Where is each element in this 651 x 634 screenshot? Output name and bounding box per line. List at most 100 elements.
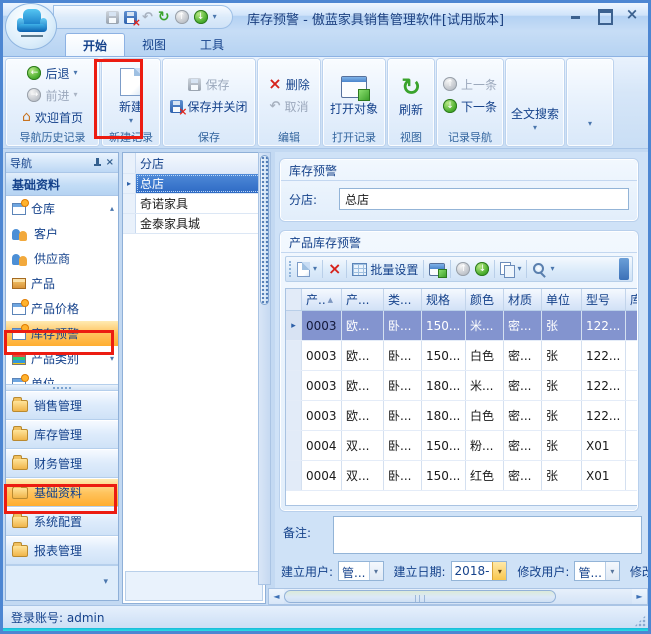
chevron-down-icon[interactable]: ▾ <box>533 124 537 132</box>
scroll-left-icon[interactable]: ◄ <box>269 589 284 604</box>
new-button[interactable]: 新建 ▾ <box>119 65 143 125</box>
forward-button[interactable]: 前进▾ <box>27 86 77 104</box>
column-header-model[interactable]: 型号 <box>582 289 626 310</box>
tab-tools[interactable]: 工具 <box>183 33 241 56</box>
column-header-stock[interactable]: 库... <box>626 289 637 310</box>
resize-grip[interactable] <box>634 615 646 627</box>
previous-record-button[interactable]: 上一条 <box>443 75 497 93</box>
save-close-icon[interactable] <box>124 11 137 24</box>
chevron-down-icon[interactable]: ▾ <box>103 577 108 587</box>
welcome-home-button[interactable]: 欢迎首页 <box>22 108 83 126</box>
save-icon[interactable] <box>106 11 119 24</box>
column-header-spec[interactable]: 规格 <box>422 289 466 310</box>
column-header-color[interactable]: 颜色 <box>466 289 504 310</box>
open-form-button[interactable] <box>429 263 445 276</box>
chevron-down-icon[interactable]: ▾ <box>313 265 317 273</box>
horizontal-scrollbar[interactable]: ◄ ► <box>268 588 648 605</box>
save-and-close-button[interactable]: 保存并关闭 <box>170 97 247 115</box>
sidebar-item-product-category[interactable]: 产品类别▾ <box>6 346 118 371</box>
branch-row[interactable]: 金泰家具城 <box>123 214 265 234</box>
minimize-icon[interactable] <box>568 8 584 22</box>
chevron-down-icon[interactable]: ▾ <box>492 562 506 580</box>
sidebar-folder-reports[interactable]: 报表管理 <box>6 536 118 565</box>
branch-list-header[interactable]: 分店 <box>123 153 265 174</box>
pin-icon[interactable] <box>93 158 102 168</box>
open-object-button[interactable]: 打开对象 <box>330 73 378 117</box>
chevron-down-icon[interactable]: ▾ <box>517 265 521 273</box>
delete-row-button[interactable] <box>328 262 341 277</box>
branch-row[interactable]: 奇诺家具 <box>123 194 265 214</box>
tab-view[interactable]: 视图 <box>125 33 183 56</box>
add-row-button[interactable]: ▾ <box>297 262 317 277</box>
ribbon-group-view: 刷新 视图 <box>388 59 434 146</box>
chevron-down-icon[interactable]: ▾ <box>550 265 554 273</box>
navigation-panel-header: 导航 <box>6 153 118 173</box>
app-logo[interactable] <box>5 3 57 50</box>
cell: X01 <box>582 461 626 490</box>
scroll-down-icon[interactable]: ▾ <box>110 354 114 363</box>
copy-button[interactable]: ▾ <box>500 262 521 277</box>
sidebar-item-customers[interactable]: 客户 <box>6 221 118 246</box>
column-header-category[interactable]: 类... <box>384 289 422 310</box>
column-header-unit[interactable]: 单位 <box>542 289 582 310</box>
column-header-product-code[interactable]: 产..▲ <box>302 289 342 310</box>
table-row[interactable]: 0003 欧... 卧... 180... 白色 密... 张 122... 2 <box>286 401 637 431</box>
refresh-button[interactable]: 刷新 <box>399 72 423 118</box>
sidebar-splitter[interactable] <box>6 384 118 391</box>
cancel-button[interactable]: 取消 <box>270 97 309 115</box>
back-button[interactable]: 后退▾ <box>27 64 77 82</box>
column-header-material[interactable]: 材质 <box>504 289 542 310</box>
table-row-selected[interactable]: ▸ 0003 欧... 卧... 150... 米... 密... 张 122.… <box>286 311 637 341</box>
save-button[interactable]: 保存 <box>188 75 229 93</box>
maximize-icon[interactable] <box>596 8 612 22</box>
horizontal-scrollbar-thumb[interactable] <box>284 590 556 603</box>
chevron-down-icon[interactable]: ▾ <box>605 562 619 580</box>
table-row[interactable]: 0004 双... 卧... 150... 红色 密... 张 X01 2 <box>286 461 637 491</box>
table-row[interactable]: 0003 欧... 卧... 150... 白色 密... 张 122... 2 <box>286 341 637 371</box>
chevron-down-icon[interactable]: ▾ <box>588 120 592 128</box>
branch-field-input[interactable]: 总店 <box>339 188 629 210</box>
chevron-down-icon[interactable]: ▾ <box>129 117 133 125</box>
column-header-product-name[interactable]: 产... <box>342 289 384 310</box>
vertical-scrollbar-thumb[interactable] <box>260 155 269 305</box>
cell: X01 <box>582 431 626 460</box>
sidebar-item-suppliers[interactable]: 供应商 <box>6 246 118 271</box>
created-date-combo[interactable]: 2018-▾ <box>451 561 508 581</box>
table-row[interactable]: 0004 双... 卧... 150... 粉... 密... 张 X01 2 <box>286 431 637 461</box>
sidebar-item-warehouse[interactable]: 仓库▴ <box>6 196 118 221</box>
sidebar-folder-basic-data[interactable]: 基础资料 <box>6 478 118 507</box>
move-up-icon[interactable] <box>456 262 470 276</box>
sidebar-item-products[interactable]: 产品 <box>6 271 118 296</box>
chevron-down-icon[interactable]: ▾ <box>369 562 383 580</box>
sidebar-folder-inventory[interactable]: 库存管理 <box>6 420 118 449</box>
search-button[interactable]: ▾ <box>532 262 554 277</box>
delete-button[interactable]: 删除 <box>268 75 309 93</box>
sidebar-folder-system-config[interactable]: 系统配置 <box>6 507 118 536</box>
batch-setting-button[interactable]: 批量设置 <box>352 261 418 278</box>
sidebar-item-inventory-warning[interactable]: 库存预警 <box>6 321 118 346</box>
sidebar-folder-finance[interactable]: 财务管理 <box>6 449 118 478</box>
created-by-combo[interactable]: 管...▾ <box>338 561 383 581</box>
remark-input[interactable] <box>333 516 642 554</box>
branch-row-selected[interactable]: ▸ 总店 <box>123 174 265 194</box>
modified-by-combo[interactable]: 管...▾ <box>574 561 619 581</box>
refresh-icon[interactable] <box>158 10 170 24</box>
sidebar-item-unit-clipped[interactable]: 单位 <box>6 371 118 384</box>
tab-start[interactable]: 开始 <box>65 33 125 56</box>
chevron-down-icon[interactable]: ▾ <box>74 69 78 77</box>
scroll-right-icon[interactable]: ► <box>632 589 647 604</box>
close-icon[interactable] <box>624 8 640 22</box>
sidebar-item-product-price[interactable]: 产品价格 <box>6 296 118 321</box>
vertical-scrollbar[interactable] <box>258 152 271 585</box>
sidebar-folder-sales[interactable]: 销售管理 <box>6 391 118 420</box>
undo-icon[interactable] <box>142 11 153 24</box>
table-row[interactable]: 0003 欧... 卧... 180... 米... 密... 张 122...… <box>286 371 637 401</box>
fulltext-search-button[interactable]: 全文搜索 ▾ <box>511 102 559 132</box>
scroll-up-icon[interactable]: ▴ <box>110 204 114 213</box>
toolbar-separator <box>526 260 527 278</box>
move-down-icon[interactable] <box>475 262 489 276</box>
toolbar-grip[interactable] <box>289 261 292 277</box>
titlebar[interactable]: ▾ 库存预警 - 傲蓝家具销售管理软件[试用版本] <box>3 3 648 31</box>
close-panel-icon[interactable] <box>106 158 114 168</box>
next-record-button[interactable]: 下一条 <box>443 97 497 115</box>
